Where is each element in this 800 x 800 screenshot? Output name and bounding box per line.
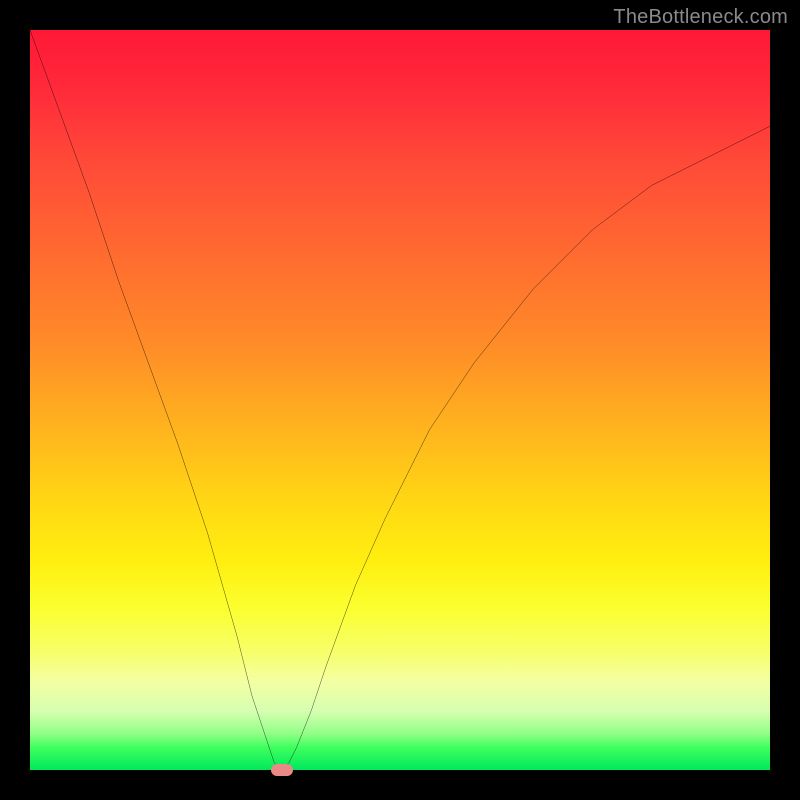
chart-frame: TheBottleneck.com — [0, 0, 800, 800]
watermark-text: TheBottleneck.com — [613, 6, 788, 29]
plot-area — [30, 30, 770, 770]
curve-svg — [30, 30, 770, 770]
optimum-marker — [271, 764, 293, 776]
bottleneck-curve — [30, 30, 770, 770]
